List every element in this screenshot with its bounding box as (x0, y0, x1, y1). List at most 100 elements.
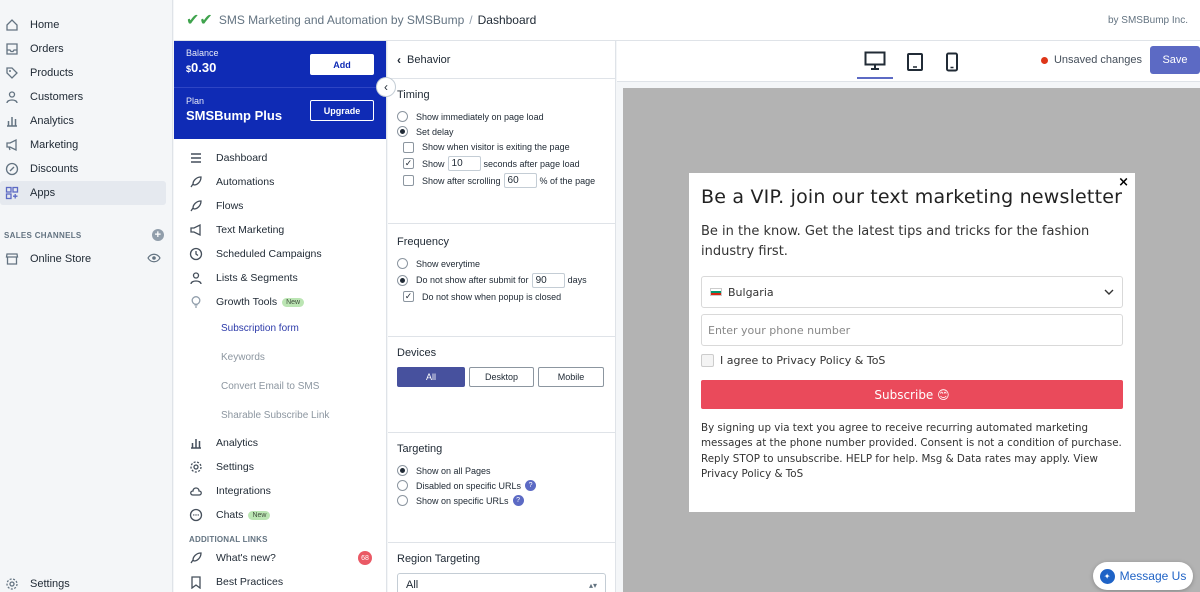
app-nav-label: Best Practices (216, 576, 284, 588)
radio-selected[interactable] (397, 465, 408, 476)
device-all-option[interactable]: All (397, 367, 465, 387)
balance-card: Balance $0.30 Add (174, 41, 386, 88)
app-nav-chats[interactable]: Chats New (174, 503, 386, 527)
admin-nav-products[interactable]: Products (0, 61, 166, 85)
app-nav-automations[interactable]: Automations (174, 170, 386, 194)
app-nav-analytics[interactable]: Analytics (174, 431, 386, 455)
app-nav-scheduled-campaigns[interactable]: Scheduled Campaigns (174, 242, 386, 266)
message-us-widget[interactable]: ✦ Message Us (1093, 562, 1193, 590)
radio[interactable] (397, 480, 408, 491)
chevron-down-icon (1104, 287, 1114, 298)
timing-immediately-option[interactable]: Show immediately on page load (397, 109, 606, 124)
help-icon[interactable]: ? (525, 480, 537, 491)
app-header: ✔✔ SMS Marketing and Automation by SMSBu… (174, 0, 1200, 41)
radio[interactable] (397, 258, 408, 269)
agree-checkbox[interactable] (701, 354, 714, 367)
targeting-disabled-option[interactable]: Disabled on specific URLs ? (397, 478, 606, 493)
mobile-icon (945, 52, 959, 75)
add-balance-button[interactable]: Add (310, 54, 374, 75)
save-button[interactable]: Save (1150, 46, 1200, 74)
admin-nav-label: Online Store (30, 253, 92, 265)
timing-exit-option[interactable]: Show when visitor is exiting the page (397, 139, 606, 155)
app-nav-text-marketing[interactable]: Text Marketing (174, 218, 386, 242)
app-subnav-sharable-link[interactable]: Sharable Subscribe Link (174, 401, 386, 430)
megaphone-icon (188, 222, 204, 238)
app-nav-settings[interactable]: Settings (174, 455, 386, 479)
device-desktop-option[interactable]: Desktop (469, 367, 534, 387)
scroll-percent-input[interactable]: 60 (503, 173, 537, 188)
days-input[interactable]: 90 (531, 272, 565, 288)
app-subnav-keywords[interactable]: Keywords (174, 343, 386, 372)
targeting-all-option[interactable]: Show on all Pages (397, 463, 606, 478)
option-label: Do not show when popup is closed (422, 291, 562, 302)
mobile-view-button[interactable] (934, 47, 970, 79)
device-mobile-option[interactable]: Mobile (538, 367, 604, 387)
admin-nav-marketing[interactable]: Marketing (0, 133, 166, 157)
new-badge: New (282, 297, 305, 307)
frequency-everytime-option[interactable]: Show everytime (397, 256, 606, 271)
admin-nav-label: Analytics (30, 115, 75, 127)
breadcrumb-app[interactable]: SMS Marketing and Automation by SMSBump (219, 13, 464, 27)
admin-nav-analytics[interactable]: Analytics (0, 109, 166, 133)
admin-nav-apps[interactable]: Apps (0, 181, 166, 205)
app-nav-integrations[interactable]: Integrations (174, 479, 386, 503)
phone-input[interactable]: Enter your phone number (701, 314, 1123, 346)
app-subnav-convert-email[interactable]: Convert Email to SMS (174, 372, 386, 401)
app-nav-growth-tools[interactable]: Growth Tools New (174, 290, 386, 314)
app-nav-whats-new[interactable]: What's new? 68 (174, 546, 386, 570)
help-icon[interactable]: ? (512, 495, 524, 506)
close-icon[interactable]: × (1118, 175, 1129, 190)
frequency-closed-option[interactable]: ✓ Do not show when popup is closed (397, 289, 606, 304)
agree-checkbox-row[interactable]: I agree to Privacy Policy & ToS (701, 354, 1123, 367)
app-nav-label: Integrations (216, 485, 271, 497)
app-subnav-subscription-form[interactable]: Subscription form (174, 314, 386, 343)
frequency-not-after-option[interactable]: Do not show after submit for 90 days (397, 271, 606, 289)
timing-show-seconds-option[interactable]: ✓ Show 10 seconds after page load (397, 155, 606, 172)
frequency-section: Frequency Show everytime Do not show aft… (388, 224, 615, 337)
option-label: Show after scrolling (422, 175, 501, 186)
subscribe-button[interactable]: Subscribe 😊 (701, 380, 1123, 409)
app-nav-label: Analytics (216, 437, 259, 449)
timing-scroll-option[interactable]: Show after scrolling 60 % of the page (397, 172, 606, 189)
desktop-view-button[interactable] (857, 47, 893, 79)
admin-sidebar: Home Orders Products Customers Analytics… (0, 0, 173, 592)
checkbox-checked[interactable]: ✓ (403, 291, 414, 302)
radio-selected[interactable] (397, 126, 408, 137)
radio-selected[interactable] (397, 274, 408, 286)
admin-nav-discounts[interactable]: Discounts (0, 157, 166, 181)
seconds-input[interactable]: 10 (447, 156, 481, 171)
behavior-back-button[interactable]: ‹ Behavior (388, 41, 615, 79)
admin-nav-customers[interactable]: Customers (0, 85, 166, 109)
app-nav-best-practices[interactable]: Best Practices (174, 570, 386, 592)
upgrade-button[interactable]: Upgrade (310, 100, 374, 121)
admin-nav-online-store[interactable]: Online Store (0, 247, 165, 271)
radio[interactable] (397, 495, 408, 506)
collapse-sidebar-icon[interactable]: ‹ (376, 77, 396, 97)
region-select[interactable]: All ▴▾ (397, 573, 606, 592)
targeting-specific-option[interactable]: Show on specific URLs ? (397, 493, 606, 508)
checkbox-checked[interactable]: ✓ (403, 158, 414, 169)
checkbox[interactable] (403, 175, 414, 186)
admin-nav-orders[interactable]: Orders (0, 37, 166, 61)
signup-popup-preview: × Be a VIP. join our text marketing news… (689, 173, 1135, 512)
radio[interactable] (397, 111, 408, 122)
clock-icon (188, 246, 204, 262)
app-nav-dashboard[interactable]: Dashboard (174, 146, 386, 170)
region-section: Region Targeting All ▴▾ (388, 543, 615, 592)
admin-nav-home[interactable]: Home (0, 13, 166, 37)
country-select[interactable]: Bulgaria (701, 276, 1123, 308)
popup-subtitle: Be in the know. Get the latest tips and … (701, 224, 1090, 259)
admin-nav-settings[interactable]: Settings (0, 572, 165, 592)
legal-disclaimer: By signing up via text you agree to rece… (701, 422, 1122, 481)
timing-heading: Timing (397, 89, 430, 101)
whats-new-count-badge: 68 (358, 551, 372, 565)
checkbox[interactable] (403, 141, 414, 153)
lightbulb-icon (188, 294, 204, 310)
add-channel-icon[interactable]: + (152, 229, 164, 241)
eye-icon[interactable] (147, 253, 161, 266)
bar-chart-icon (188, 435, 204, 451)
tablet-view-button[interactable] (897, 47, 933, 79)
app-nav-lists-segments[interactable]: Lists & Segments (174, 266, 386, 290)
app-nav-flows[interactable]: Flows (174, 194, 386, 218)
timing-delay-option[interactable]: Set delay (397, 124, 606, 139)
